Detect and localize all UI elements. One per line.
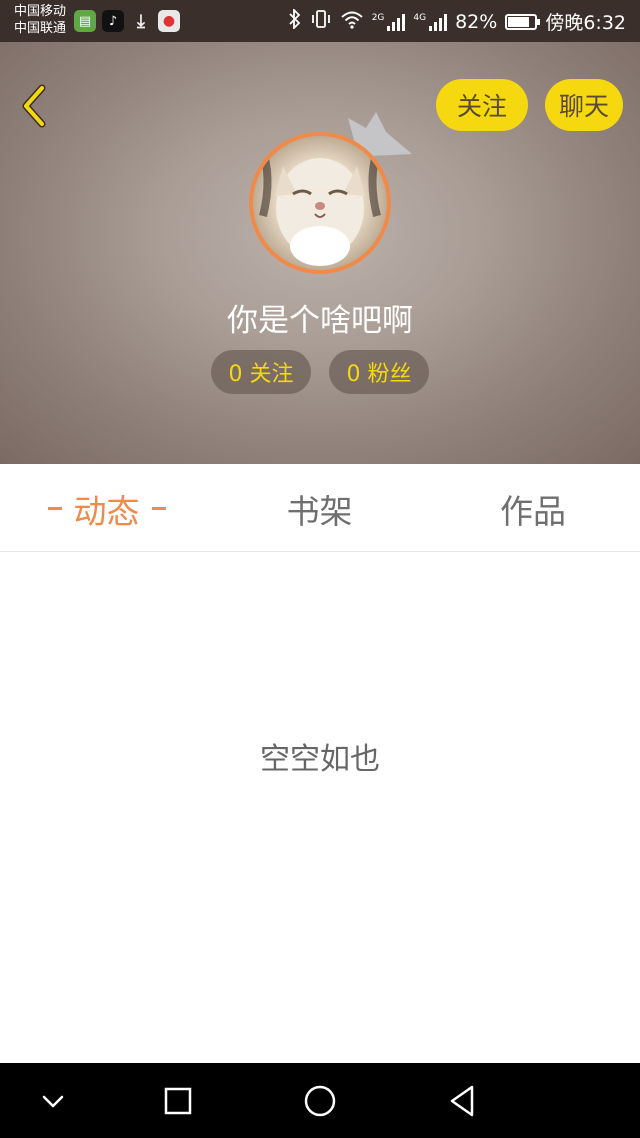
net-4g-label: 4G xyxy=(413,12,427,23)
notification-icons: ▤ ♪ ⤓ ● xyxy=(74,10,180,32)
fans-count[interactable]: 0 粉丝 xyxy=(329,350,429,394)
profile-header: 关注 聊天 你是个啥吧啊 0 关注 0 粉丝 xyxy=(0,42,640,464)
chat-button[interactable]: 聊天 xyxy=(545,79,623,131)
tab-dash-left xyxy=(47,507,62,510)
carrier-2: 中国联通 xyxy=(14,21,67,36)
carrier-1: 中国移动 xyxy=(14,4,67,19)
net-2g-label: 2G xyxy=(371,12,385,23)
triangle-back-icon xyxy=(450,1085,474,1117)
tab-dynamic-label: 动态 xyxy=(73,491,140,531)
avatar[interactable] xyxy=(249,132,391,274)
chevron-down-icon xyxy=(42,1095,64,1108)
cat-photo xyxy=(257,144,383,266)
circle-icon xyxy=(304,1085,336,1117)
tab-works[interactable]: 作品 xyxy=(426,465,640,552)
nav-hide-button[interactable] xyxy=(27,1075,79,1127)
wifi-icon xyxy=(340,9,364,34)
carrier-info: 中国移动 中国联通 xyxy=(14,3,66,37)
battery-fill xyxy=(508,16,530,27)
vibrate-icon xyxy=(310,9,332,34)
tab-bookshelf-label: 书架 xyxy=(286,491,353,531)
battery-icon xyxy=(505,13,541,30)
status-right: 2G 4G 82% 傍晚6:32 xyxy=(288,7,626,35)
square-icon xyxy=(164,1087,192,1115)
follow-button[interactable]: 关注 xyxy=(436,79,528,131)
navigation-bar xyxy=(0,1063,640,1138)
tab-dynamic[interactable]: 动态 xyxy=(0,465,213,552)
clock: 傍晚6:32 xyxy=(545,12,626,34)
reader-app-icon: ▤ xyxy=(74,10,96,32)
tab-bookshelf[interactable]: 书架 xyxy=(213,465,426,552)
nav-recents-button[interactable] xyxy=(152,1075,204,1127)
signal-2g-icon: 2G xyxy=(372,13,406,31)
empty-state-text: 空空如也 xyxy=(260,742,380,777)
following-count[interactable]: 0 关注 xyxy=(211,350,311,394)
nav-back-button[interactable] xyxy=(436,1075,488,1127)
tiktok-icon: ♪ xyxy=(102,10,124,32)
tab-dash-right xyxy=(151,507,166,510)
nav-home-button[interactable] xyxy=(294,1075,346,1127)
maps-icon: ● xyxy=(158,10,180,32)
username: 你是个啥吧啊 xyxy=(227,303,413,339)
bluetooth-icon xyxy=(288,7,302,34)
tab-works-label: 作品 xyxy=(500,491,566,531)
battery-percent: 82% xyxy=(455,10,498,33)
download-icon: ⤓ xyxy=(137,10,145,32)
status-bar: 中国移动 中国联通 ▤ ♪ ⤓ ● 2G 4G 82% 傍晚6:32 xyxy=(0,0,640,42)
back-button[interactable] xyxy=(14,82,54,130)
signal-4g-icon: 4G xyxy=(413,12,448,31)
profile-tabs: 动态 书架 作品 xyxy=(0,465,640,552)
back-arrow-icon xyxy=(22,84,46,128)
